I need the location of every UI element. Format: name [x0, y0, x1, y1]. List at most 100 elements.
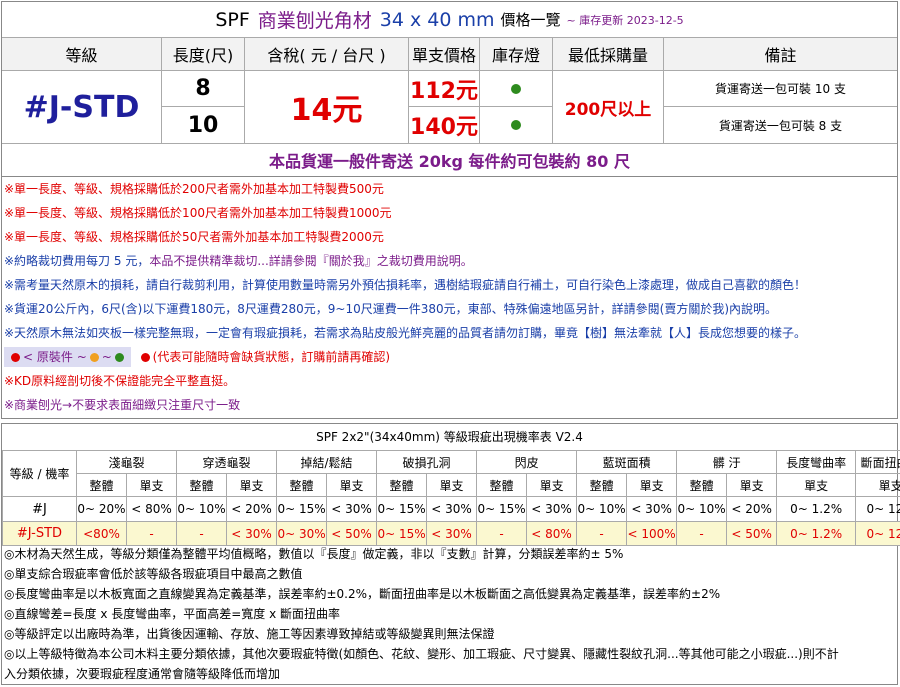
header-min-qty: 最低採購量 — [553, 38, 664, 71]
legend-sep: ~ — [76, 350, 87, 364]
rate-cell: - — [476, 521, 528, 546]
price-sheet: SPF 商業刨光角材 34 x 40 mm 價格一覽 ~ 庫存更新 2023-1… — [1, 1, 900, 685]
stock-light-cell — [480, 71, 553, 107]
surcharge-note: ※單一長度、等級、規格採購低於200尺者需外加基本加工特製費500元 — [4, 182, 384, 196]
min-qty-value: 200尺以上 — [553, 71, 664, 144]
defect-group-header: 破損孔洞 — [376, 450, 478, 474]
rate-cell: < 30% — [426, 521, 478, 546]
rate-cell: < 30% — [626, 496, 678, 522]
title-prefix: SPF — [215, 8, 250, 31]
stock-light-icon — [511, 120, 521, 130]
rate-cell: 0~ 1.2% — [776, 521, 857, 546]
sub-header-single: 單支 — [526, 473, 578, 497]
defect-group-header: 閃皮 — [476, 450, 578, 474]
product-grade: #J-STD — [2, 71, 162, 144]
rate-cell: 0~ 10% — [676, 496, 728, 522]
rate-cell: <80% — [76, 521, 127, 546]
rate-cell: < 80% — [125, 496, 178, 522]
defect-group-header: 藍斑面積 — [576, 450, 678, 474]
notes-block: ※單一長度、等級、規格採購低於200尺者需外加基本加工特製費500元 ※單一長度… — [1, 177, 898, 419]
defect-group-header: 斷面扭曲率 — [855, 450, 900, 474]
rate-cell: < 20% — [226, 496, 278, 522]
rate-cell: < 30% — [526, 496, 578, 522]
rate-cell: 0~ 12% — [855, 496, 900, 522]
rate-cell: 0~ 1.2% — [776, 496, 857, 522]
remark-cell: 貨運寄送一包可裝 10 支 — [664, 71, 897, 107]
grade-rate-header: 等級 / 機率 — [2, 450, 77, 497]
defect-footnote: 入分類依據，次要瑕疵程度通常會隨等級降低而增加 — [4, 667, 281, 681]
legend-note: (代表可能隨時會缺貨狀態，訂購前請再確認) — [152, 350, 391, 364]
defect-grid: 等級 / 機率 淺龜裂 穿透龜裂 掉結/鬆結 破損孔洞 閃皮 藍斑面積 髒 汙 … — [2, 450, 900, 546]
rate-cell: 0~ 20% — [76, 496, 127, 522]
rate-cell: 0~ 15% — [376, 521, 428, 546]
defect-table: SPF 2x2"(34x40mm) 等級瑕疵出現機率表 V2.4 等級 / 機率… — [1, 423, 900, 685]
unit-price-cell: 140元 — [409, 107, 480, 144]
sub-header-single: 單支 — [726, 473, 778, 497]
sub-header-single: 單支 — [226, 473, 278, 497]
length-cell: 8 — [162, 71, 245, 107]
remark-cell: 貨運寄送一包可裝 8 支 — [664, 107, 897, 144]
header-length: 長度(尺) — [162, 38, 245, 71]
rate-cell: 0~ 15% — [476, 496, 528, 522]
defect-footnote: ◎木材為天然生成，等級分類僅為整體平均值概略，數值以『長度』做定義，非以『支數』… — [4, 547, 624, 561]
sub-header-whole: 整體 — [276, 473, 328, 497]
rate-cell: < 50% — [326, 521, 378, 546]
legend-label: < 原裝件 — [23, 350, 73, 364]
rate-cell: < 30% — [426, 496, 478, 522]
sub-header-whole: 整體 — [576, 473, 628, 497]
defect-group-header: 淺龜裂 — [75, 450, 178, 474]
row-grade: #J — [2, 496, 77, 522]
defect-group-header: 長度彎曲率 — [776, 450, 857, 474]
shipping-info: 本品貨運一般件寄送 20kg 每件約可包裝約 80 尺 — [269, 152, 630, 171]
cut-fee-text: ※約略裁切費用每刀 5 元， — [4, 254, 150, 268]
defect-note: ※需考量天然原木的損耗，請自行裁剪利用，計算使用數量時需另外預估損耗率，遇樹結瑕… — [4, 278, 807, 292]
sub-header-whole: 整體 — [476, 473, 528, 497]
header-remark: 備註 — [664, 38, 897, 71]
natural-wood-note: ※天然原木無法如夾板一樣完整無瑕，一定會有瑕疵損耗，若需求為貼皮般光鮮亮麗的品質… — [4, 326, 807, 340]
sub-header-whole: 整體 — [76, 473, 127, 497]
rate-cell: - — [125, 521, 178, 546]
sub-header-single: 單支 — [125, 473, 178, 497]
price-per-unit: 14元 — [245, 71, 409, 144]
rate-cell: < 100% — [626, 521, 678, 546]
rate-cell: < 20% — [726, 496, 778, 522]
rate-cell: 0~ 10% — [576, 496, 628, 522]
price-list-label: 價格一覽 — [500, 11, 561, 29]
stock-update-date: ~ 庫存更新 2023-12-5 — [566, 13, 684, 27]
sub-header-single: 單支 — [855, 473, 900, 497]
legend-box: < 原裝件 ~ ~ — [4, 347, 131, 367]
rate-cell: < 30% — [326, 496, 378, 522]
rate-cell: - — [676, 521, 728, 546]
cut-fee-link[interactable]: 本品不提供精準裁切...詳請參閱『關於我』之裁切費用說明。 — [149, 254, 472, 268]
defect-group-header: 掉結/鬆結 — [276, 450, 378, 474]
surcharge-note: ※單一長度、等級、規格採購低於50尺者需外加基本加工特製費2000元 — [4, 230, 384, 244]
defect-footnote: ◎單支綜合瑕疵率會低於該等級各瑕疵項目中最高之數值 — [4, 567, 303, 581]
header-tax-price: 含稅( 元 / 台尺 ) — [245, 38, 409, 71]
sub-header-single: 單支 — [626, 473, 678, 497]
header-stock: 庫存燈 — [480, 38, 553, 71]
stock-legend: < 原裝件 ~ ~ (代表可能隨時會缺貨狀態，訂購前請再確認) — [4, 347, 390, 367]
freight-note: ※貨運20公斤內，6尺(含)以下運費180元，8尺運費280元，9~10尺運費一… — [4, 302, 777, 316]
defect-footnote: ◎以上等級特徵為本公司木料主要分類依據，其他次要瑕疵特徵(如顏色、花紋、變形、加… — [4, 647, 839, 661]
legend-sep: ~ — [101, 350, 112, 364]
sub-header-single: 單支 — [776, 473, 857, 497]
table-row: #J 0~ 20% < 80% 0~ 10% < 20% 0~ 15% < 30… — [2, 496, 900, 522]
rate-cell: 0~ 12% — [855, 521, 900, 546]
rate-cell: < 80% — [526, 521, 578, 546]
product-name: 商業刨光角材 — [257, 10, 372, 32]
rate-cell: 0~ 15% — [276, 496, 328, 522]
rate-cell: 0~ 10% — [176, 496, 228, 522]
planing-note: ※商業刨光→不要求表面細緻只注重尺寸一致 — [4, 398, 241, 412]
rate-cell: - — [176, 521, 228, 546]
sub-header-single: 單支 — [326, 473, 378, 497]
price-table: SPF 商業刨光角材 34 x 40 mm 價格一覽 ~ 庫存更新 2023-1… — [1, 1, 898, 177]
rate-cell: 0~ 30% — [276, 521, 328, 546]
page-title: SPF 商業刨光角材 34 x 40 mm 價格一覽 ~ 庫存更新 2023-1… — [2, 2, 897, 38]
cut-fee-note: ※約略裁切費用每刀 5 元，本品不提供精準裁切...詳請參閱『關於我』之裁切費用… — [4, 251, 473, 271]
stock-light-icon — [511, 83, 521, 94]
product-size: 34 x 40 mm — [379, 8, 495, 31]
red-dot-icon — [140, 353, 150, 362]
defect-group-header: 髒 汙 — [676, 450, 778, 474]
orange-dot-icon — [89, 353, 99, 362]
defect-table-title: SPF 2x2"(34x40mm) 等級瑕疵出現機率表 V2.4 — [2, 424, 897, 451]
